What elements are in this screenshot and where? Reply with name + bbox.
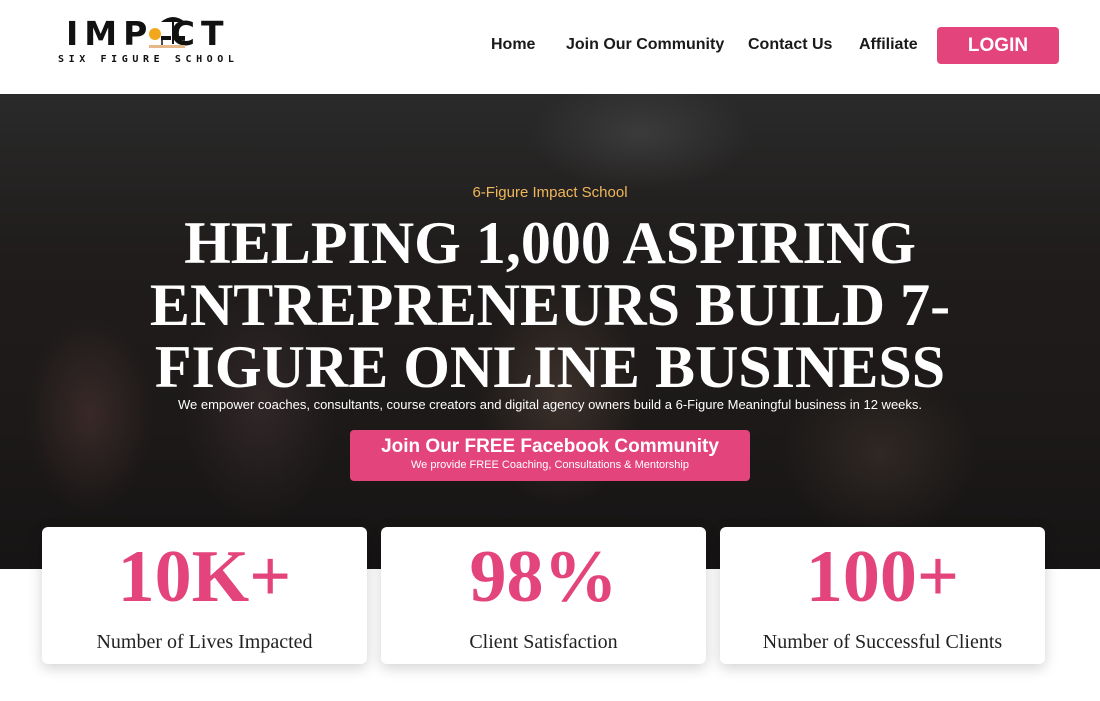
hero-headline: HELPING 1,000 ASPIRING ENTREPRENEURS BUI… [149,210,951,400]
impact-logo[interactable]: IMP CT SIX FIGURE SCHOOL [58,12,268,70]
stat-value: 100+ [805,536,960,618]
logo-subtitle: SIX FIGURE SCHOOL [58,54,239,65]
nav-join-community-link[interactable]: Join Our Community [566,36,724,54]
stat-label: Number of Successful Clients [762,631,1003,653]
hero-subtext: We empower coaches, consultants, course … [177,397,923,412]
stat-value: 98% [469,536,618,618]
stat-value: 10K+ [117,536,292,618]
hero-section: 6-Figure Impact School HELPING 1,000 ASP… [0,94,1100,569]
hero-eyebrow: 6-Figure Impact School [472,184,628,201]
login-button[interactable]: LOGIN [937,27,1059,64]
nav-home-link[interactable]: Home [491,36,535,54]
stat-label: Client Satisfaction [469,631,618,653]
cta-title: Join Our FREE Facebook Community [381,436,719,457]
stat-label: Number of Lives Impacted [96,631,313,653]
stat-card-clients: 100+ Number of Successful Clients [720,527,1045,664]
site-header: IMP CT SIX FIGURE SCHOOL Home Join Our C… [0,0,1100,94]
stat-card-satisfaction: 98% Client Satisfaction [381,527,706,664]
nav-affiliate-link[interactable]: Affiliate [859,36,918,54]
cta-subtitle: We provide FREE Coaching, Consultations … [411,459,689,471]
stat-card-lives: 10K+ Number of Lives Impacted [42,527,367,664]
beach-umbrella-icon [149,17,185,48]
join-facebook-community-button[interactable]: Join Our FREE Facebook Community We prov… [350,430,750,481]
nav-contact-us-link[interactable]: Contact Us [748,36,832,54]
